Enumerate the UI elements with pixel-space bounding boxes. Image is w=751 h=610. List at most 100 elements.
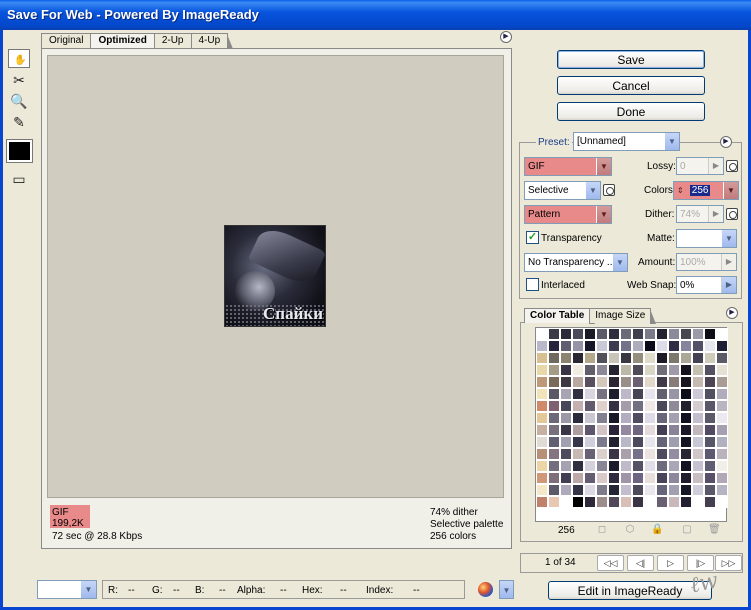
color-swatch[interactable] [536,388,548,400]
color-swatch[interactable] [632,472,644,484]
color-swatch[interactable] [608,472,620,484]
color-swatch[interactable] [536,340,548,352]
color-swatch[interactable] [704,376,716,388]
color-swatch[interactable] [536,436,548,448]
color-swatch[interactable] [572,352,584,364]
color-swatch[interactable] [536,484,548,496]
color-swatch[interactable] [560,460,572,472]
color-swatch[interactable] [644,484,656,496]
color-swatch[interactable] [704,340,716,352]
done-button[interactable]: Done [557,102,705,121]
color-swatch[interactable] [548,364,560,376]
color-swatch[interactable] [572,484,584,496]
lock-color-icon[interactable]: 🔒 [651,524,663,536]
color-swatch[interactable] [692,328,704,340]
color-swatch[interactable] [692,436,704,448]
color-swatch[interactable] [584,412,596,424]
color-swatch[interactable] [596,388,608,400]
color-swatch[interactable] [560,376,572,388]
color-swatch[interactable] [716,460,728,472]
color-swatch[interactable] [608,400,620,412]
color-swatch[interactable] [548,484,560,496]
color-swatch[interactable] [584,460,596,472]
color-swatch[interactable] [644,400,656,412]
color-swatch[interactable] [572,328,584,340]
zoom-tool-icon[interactable]: 🔍 [8,91,30,111]
color-swatch[interactable] [572,448,584,460]
color-swatch[interactable] [680,448,692,460]
zoom-select[interactable]: ▼ [37,580,97,599]
color-swatch[interactable] [656,424,668,436]
color-swatch[interactable] [608,484,620,496]
color-swatch[interactable] [692,496,704,508]
web-safe-icon[interactable]: ⬡ [624,524,636,536]
color-swatch[interactable] [560,448,572,460]
color-swatch[interactable] [584,364,596,376]
color-swatch[interactable] [596,460,608,472]
color-swatch[interactable] [632,376,644,388]
color-swatch[interactable] [632,388,644,400]
color-swatch[interactable] [716,352,728,364]
color-swatch[interactable] [608,376,620,388]
color-swatch[interactable] [668,376,680,388]
color-swatch[interactable] [536,460,548,472]
color-swatch[interactable] [668,484,680,496]
color-swatch[interactable] [572,472,584,484]
color-swatch[interactable] [680,412,692,424]
color-swatch[interactable] [704,472,716,484]
tab-color-table[interactable]: Color Table [524,308,596,324]
eyedropper-tool-icon[interactable]: ✎ [8,112,30,132]
color-swatch[interactable] [620,400,632,412]
color-swatch[interactable] [560,484,572,496]
color-swatch[interactable] [668,412,680,424]
color-swatch[interactable] [536,472,548,484]
color-swatch[interactable] [560,364,572,376]
color-swatch[interactable] [596,328,608,340]
color-swatch[interactable] [548,436,560,448]
color-swatch[interactable] [716,400,728,412]
dither-field[interactable]: 74% ▶ [676,205,724,223]
edit-in-imageready-button[interactable]: Edit in ImageReady [548,581,712,600]
color-swatch[interactable] [716,448,728,460]
color-swatch[interactable] [560,388,572,400]
color-swatch[interactable] [668,328,680,340]
color-swatch[interactable] [572,496,584,508]
color-swatch[interactable] [656,460,668,472]
color-swatch[interactable] [608,352,620,364]
color-swatch[interactable] [656,340,668,352]
color-swatch[interactable] [644,460,656,472]
color-swatch[interactable] [656,388,668,400]
color-swatch[interactable] [692,484,704,496]
color-swatch[interactable] [584,352,596,364]
color-swatch[interactable] [632,364,644,376]
lossy-field[interactable]: 0 ▶ [676,157,724,175]
amount-field[interactable]: 100% ▶ [676,253,737,271]
color-swatch[interactable] [680,388,692,400]
first-frame-icon[interactable]: ◁◁ [597,555,624,571]
play-icon[interactable]: ▷ [657,555,684,571]
color-swatch[interactable] [536,328,548,340]
color-swatch[interactable] [692,352,704,364]
color-swatch[interactable] [716,376,728,388]
reduction-mask-icon[interactable] [603,184,615,196]
color-swatch[interactable] [548,472,560,484]
slice-select-tool-icon[interactable]: ✂ [8,70,30,90]
preview-in-browser[interactable]: ▼ [472,580,514,599]
color-swatch[interactable] [584,400,596,412]
preset-select[interactable]: [Unnamed] ▼ [573,132,680,151]
color-swatch[interactable] [668,388,680,400]
new-color-icon[interactable]: ▢ [681,524,693,536]
color-swatch[interactable] [704,448,716,460]
color-swatch[interactable] [680,340,692,352]
trash-icon[interactable]: 🗑 [708,524,721,536]
color-swatch[interactable] [536,400,548,412]
tab-optimized[interactable]: Optimized [90,33,161,49]
color-swatch[interactable] [584,328,596,340]
color-swatch[interactable] [692,472,704,484]
color-swatch[interactable] [560,352,572,364]
color-swatch[interactable] [668,424,680,436]
color-swatch[interactable] [620,364,632,376]
color-swatch[interactable] [632,340,644,352]
color-swatch[interactable] [620,472,632,484]
color-swatch[interactable] [656,328,668,340]
